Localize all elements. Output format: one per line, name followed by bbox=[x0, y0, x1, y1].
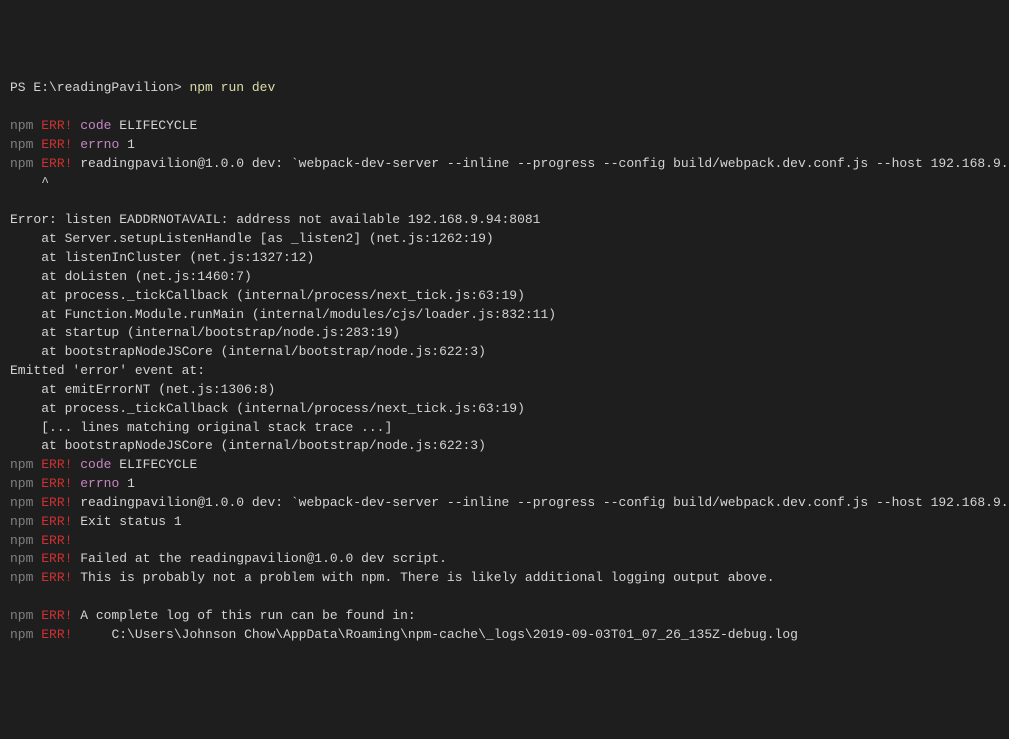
output-segment: at Function.Module.runMain (internal/mod… bbox=[10, 307, 556, 322]
output-segment: ERR! bbox=[41, 533, 72, 548]
prompt-prefix: PS bbox=[10, 80, 33, 95]
output-segment: errno bbox=[80, 476, 119, 491]
output-segment: ERR! bbox=[41, 570, 72, 585]
prompt-separator: > bbox=[174, 80, 190, 95]
output-line: npm ERR! errno 1 bbox=[10, 136, 999, 155]
output-segment: npm bbox=[10, 137, 41, 152]
output-segment: npm bbox=[10, 476, 41, 491]
terminal-output[interactable]: PS E:\readingPavilion> npm run dev npm E… bbox=[10, 79, 999, 644]
output-segment: ERR! bbox=[41, 457, 72, 472]
output-line: npm ERR! C:\Users\Johnson Chow\AppData\R… bbox=[10, 626, 999, 645]
output-line: Error: listen EADDRNOTAVAIL: address not… bbox=[10, 211, 999, 230]
output-segment bbox=[10, 589, 18, 604]
output-segment: ERR! bbox=[41, 627, 72, 642]
output-segment: A complete log of this run can be found … bbox=[72, 608, 415, 623]
output-line: at doListen (net.js:1460:7) bbox=[10, 268, 999, 287]
output-segment bbox=[10, 193, 18, 208]
output-segment: ERR! bbox=[41, 495, 72, 510]
output-segment: ERR! bbox=[41, 476, 72, 491]
output-segment: at bootstrapNodeJSCore (internal/bootstr… bbox=[10, 438, 486, 453]
blank-line bbox=[10, 98, 999, 117]
output-segment: ERR! bbox=[41, 514, 72, 529]
output-line bbox=[10, 588, 999, 607]
output-line: at Server.setupListenHandle [as _listen2… bbox=[10, 230, 999, 249]
output-line: at Function.Module.runMain (internal/mod… bbox=[10, 306, 999, 325]
output-segment: at Server.setupListenHandle [as _listen2… bbox=[10, 231, 494, 246]
output-segment: ERR! bbox=[41, 608, 72, 623]
output-segment: at doListen (net.js:1460:7) bbox=[10, 269, 252, 284]
prompt-command: npm run dev bbox=[189, 80, 275, 95]
output-segment: npm bbox=[10, 608, 41, 623]
output-segment: ERR! bbox=[41, 137, 72, 152]
output-line: at listenInCluster (net.js:1327:12) bbox=[10, 249, 999, 268]
output-line: [... lines matching original stack trace… bbox=[10, 419, 999, 438]
output-segment: at listenInCluster (net.js:1327:12) bbox=[10, 250, 314, 265]
output-line: npm ERR! code ELIFECYCLE bbox=[10, 117, 999, 136]
output-segment: npm bbox=[10, 156, 41, 171]
prompt-line: PS E:\readingPavilion> npm run dev bbox=[10, 79, 999, 98]
output-line: at process._tickCallback (internal/proce… bbox=[10, 287, 999, 306]
output-segment: readingpavilion@1.0.0 dev: `webpack-dev-… bbox=[72, 495, 1009, 510]
output-segment: npm bbox=[10, 627, 41, 642]
output-line: npm ERR! Failed at the readingpavilion@1… bbox=[10, 550, 999, 569]
output-segment: at process._tickCallback (internal/proce… bbox=[10, 401, 525, 416]
output-segment: npm bbox=[10, 570, 41, 585]
output-segment: Exit status 1 bbox=[72, 514, 181, 529]
output-line bbox=[10, 192, 999, 211]
output-segment: ELIFECYCLE bbox=[111, 118, 197, 133]
output-segment: C:\Users\Johnson Chow\AppData\Roaming\np… bbox=[72, 627, 798, 642]
output-segment: npm bbox=[10, 495, 41, 510]
output-segment: ERR! bbox=[41, 551, 72, 566]
output-line: npm ERR! readingpavilion@1.0.0 dev: `web… bbox=[10, 155, 999, 174]
output-line: npm ERR! errno 1 bbox=[10, 475, 999, 494]
output-line: at bootstrapNodeJSCore (internal/bootstr… bbox=[10, 437, 999, 456]
output-segment: npm bbox=[10, 457, 41, 472]
output-segment: npm bbox=[10, 551, 41, 566]
output-segment: 1 bbox=[119, 137, 135, 152]
output-segment: Failed at the readingpavilion@1.0.0 dev … bbox=[72, 551, 446, 566]
output-segment: 1 bbox=[119, 476, 135, 491]
output-segment: code bbox=[80, 118, 111, 133]
output-line: at emitErrorNT (net.js:1306:8) bbox=[10, 381, 999, 400]
output-line: npm ERR! This is probably not a problem … bbox=[10, 569, 999, 588]
output-line: npm ERR! Exit status 1 bbox=[10, 513, 999, 532]
output-line: at process._tickCallback (internal/proce… bbox=[10, 400, 999, 419]
prompt-path: E:\readingPavilion bbox=[33, 80, 173, 95]
output-segment: This is probably not a problem with npm.… bbox=[72, 570, 774, 585]
output-line: at bootstrapNodeJSCore (internal/bootstr… bbox=[10, 343, 999, 362]
output-line: Emitted 'error' event at: bbox=[10, 362, 999, 381]
output-line: ^ bbox=[10, 174, 999, 193]
output-segment: npm bbox=[10, 514, 41, 529]
output-line: npm ERR! readingpavilion@1.0.0 dev: `web… bbox=[10, 494, 999, 513]
output-line: npm ERR! bbox=[10, 532, 999, 551]
output-segment: at bootstrapNodeJSCore (internal/bootstr… bbox=[10, 344, 486, 359]
output-segment: ERR! bbox=[41, 156, 72, 171]
output-segment: at process._tickCallback (internal/proce… bbox=[10, 288, 525, 303]
output-line: npm ERR! code ELIFECYCLE bbox=[10, 456, 999, 475]
output-segment: errno bbox=[80, 137, 119, 152]
output-segment: npm bbox=[10, 533, 41, 548]
output-segment: ^ bbox=[10, 175, 49, 190]
output-segment: ELIFECYCLE bbox=[111, 457, 197, 472]
output-line: npm ERR! A complete log of this run can … bbox=[10, 607, 999, 626]
output-segment: Emitted 'error' event at: bbox=[10, 363, 205, 378]
output-segment: code bbox=[80, 457, 111, 472]
output-segment: npm bbox=[10, 118, 41, 133]
output-segment: at startup (internal/bootstrap/node.js:2… bbox=[10, 325, 400, 340]
output-segment: readingpavilion@1.0.0 dev: `webpack-dev-… bbox=[72, 156, 1009, 171]
output-line: at startup (internal/bootstrap/node.js:2… bbox=[10, 324, 999, 343]
output-segment: at emitErrorNT (net.js:1306:8) bbox=[10, 382, 275, 397]
output-segment: ERR! bbox=[41, 118, 72, 133]
output-segment: [... lines matching original stack trace… bbox=[10, 420, 392, 435]
output-segment: Error: listen EADDRNOTAVAIL: address not… bbox=[10, 212, 541, 227]
